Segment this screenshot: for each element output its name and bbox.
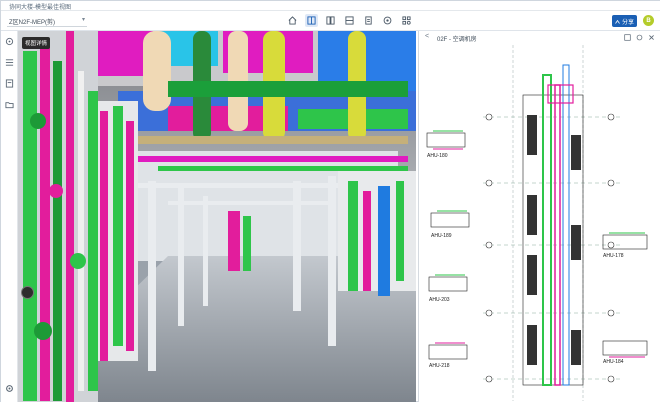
drawing-panel: < 02F - 空调机房 AHU-180 AHU-189 AHU-218 AHU… [418, 31, 660, 402]
home-icon[interactable] [286, 14, 299, 27]
panel-title: 02F - 空调机房 [437, 37, 477, 43]
avatar[interactable]: B [643, 15, 654, 26]
unit-label: AHU-180 [427, 153, 448, 159]
app-window: 协同大楼-模型最佳视图 Z区N2F-MEP(剪) ▾ 分享 B 视图详情 < 0… [0, 0, 660, 402]
locate-icon[interactable] [635, 33, 643, 41]
chevron-down-icon: ▾ [81, 17, 85, 23]
back-button[interactable]: < [425, 33, 429, 40]
share-button[interactable]: 分享 [612, 15, 637, 27]
model-viewport[interactable]: 视图详情 [18, 31, 416, 402]
view-toggle[interactable] [21, 286, 34, 299]
unit-label: AHU-203 [429, 297, 450, 303]
list-icon[interactable] [4, 57, 15, 68]
model-select[interactable]: Z区N2F-MEP(剪) ▾ [7, 14, 87, 27]
compare-icon[interactable] [324, 14, 337, 27]
panel-header: < 02F - 空调机房 [419, 31, 660, 44]
document-icon[interactable] [362, 14, 375, 27]
mep-floor-plan: AHU-180 AHU-189 AHU-218 AHU-178 AHU-184 … [423, 45, 659, 401]
view-detail-badge[interactable]: 视图详情 [22, 37, 51, 49]
unit-label: AHU-178 [603, 253, 624, 259]
toolbar: Z区N2F-MEP(剪) ▾ 分享 B [1, 11, 660, 31]
left-rail [1, 31, 18, 402]
layers-icon[interactable] [4, 36, 15, 47]
model-select-value: Z区N2F-MEP(剪) [9, 20, 55, 26]
unit-label: AHU-189 [431, 233, 452, 239]
folder-icon[interactable] [4, 99, 15, 110]
section-icon[interactable] [343, 14, 356, 27]
target-icon[interactable] [381, 14, 394, 27]
gear-icon[interactable] [4, 383, 15, 394]
unit-label: AHU-218 [429, 363, 450, 369]
unit-label: AHU-184 [603, 359, 624, 365]
window-title: 协同大楼-模型最佳视图 [9, 5, 71, 11]
share-label: 分享 [621, 19, 634, 26]
split-view-icon[interactable] [305, 14, 318, 27]
settings-icon[interactable] [400, 14, 413, 27]
share-icon [615, 19, 620, 24]
title-bar: 协同大楼-模型最佳视图 [1, 1, 660, 11]
drawing-sheet[interactable]: AHU-180 AHU-189 AHU-218 AHU-178 AHU-184 … [423, 45, 659, 401]
panel-tools [623, 33, 655, 41]
expand-icon[interactable] [623, 33, 631, 41]
view-tools [286, 14, 413, 28]
close-icon[interactable] [647, 33, 655, 41]
bim-3d-render [18, 31, 416, 402]
sheet-icon[interactable] [4, 78, 15, 89]
